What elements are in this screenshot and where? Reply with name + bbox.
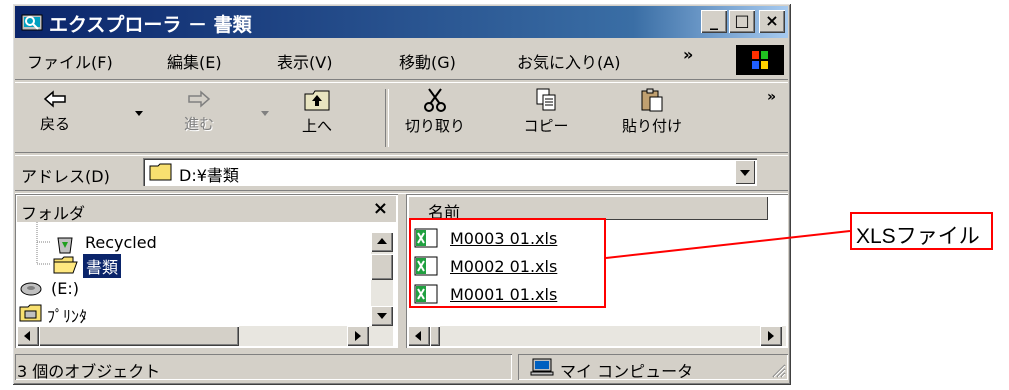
annotation-label: XLSファイル — [856, 225, 980, 248]
callout-leader-line — [605, 230, 851, 259]
annotation-callout: XLSファイル — [850, 212, 993, 250]
